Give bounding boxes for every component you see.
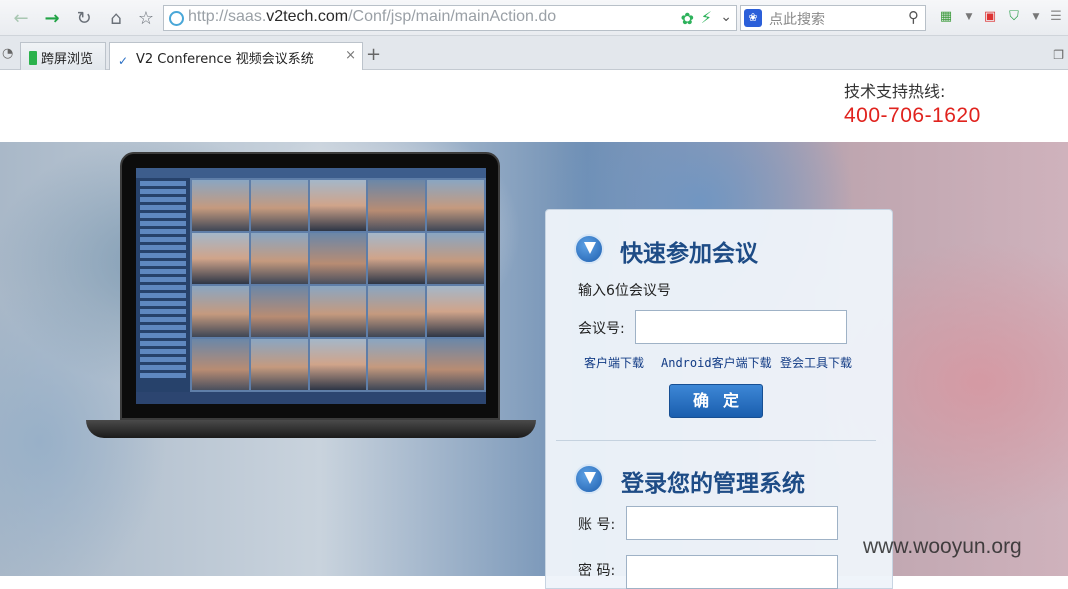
login-panel: 快速参加会议 输入6位会议号 会议号: 客户端下载 Android客户端下载 登… [545,209,893,589]
confirm-button[interactable]: 确定 [669,384,763,418]
phone-icon [29,51,37,65]
laptop-image [120,152,500,420]
tab-list-icon[interactable]: ❐ [1053,48,1064,62]
refresh-icon[interactable]: ↻ [71,5,97,31]
forward-icon[interactable]: → [39,5,65,31]
search-box[interactable]: ❀ 点此搜索 ⚲ [740,5,926,31]
url-text: http://saas.v2tech.com/Conf/jsp/main/mai… [188,8,557,25]
quick-join-title: 快速参加会议 [620,241,758,267]
account-label: 账 号: [578,517,616,533]
arrow-down-icon [574,234,604,264]
close-icon[interactable]: × [345,48,356,63]
bookmark-icon[interactable]: ▣ [982,9,998,25]
tab-v2-conference[interactable]: ✓ V2 Conference 视频会议系统 × [109,42,363,71]
globe-icon [169,11,184,26]
search-icon[interactable]: ⚲ [908,8,919,26]
star-icon[interactable]: ☆ [133,5,159,31]
divider [556,440,876,441]
android-download-link[interactable]: Android客户端下载 [661,354,772,371]
meeting-tool-download-link[interactable]: 登会工具下载 [780,354,852,371]
chevron-down-icon[interactable]: ⌄ [720,9,732,25]
laptop-base [86,420,536,438]
chevron-down-icon[interactable]: ▼ [1028,9,1044,25]
arrow-down-icon [574,464,604,494]
meeting-number-input[interactable] [635,310,847,344]
tab-label: V2 Conference 视频会议系统 [136,52,314,67]
new-tab-button[interactable]: + [366,44,381,65]
client-download-link[interactable]: 客户端下载 [584,354,644,371]
password-label: 密 码: [578,563,616,579]
compat-icon[interactable]: ✿ [681,9,694,28]
hotline-number: 400-706-1620 [844,104,981,127]
account-input[interactable] [626,506,838,540]
apps-icon[interactable]: ▦ [938,9,954,25]
admin-login-title: 登录您的管理系统 [621,471,805,497]
tab-bar: ◔ 跨屏浏览 ✓ V2 Conference 视频会议系统 × + ❐ [0,36,1068,71]
tab-cross-screen[interactable]: 跨屏浏览 [20,42,106,70]
baidu-paw-icon[interactable]: ❀ [744,9,762,27]
laptop-screen [136,168,486,404]
meeting-number-label: 会议号: [578,321,625,337]
address-bar[interactable]: http://saas.v2tech.com/Conf/jsp/main/mai… [163,5,737,31]
tab-label: 跨屏浏览 [41,52,94,67]
home-icon[interactable]: ⌂ [103,5,129,31]
password-input[interactable] [626,555,838,589]
back-icon[interactable]: ← [8,5,34,31]
search-input[interactable]: 点此搜索 [769,9,825,29]
tab-back-icon[interactable]: ◔ [2,46,13,61]
lightning-icon[interactable]: ⚡ [701,8,712,27]
meeting-hint: 输入6位会议号 [578,283,671,299]
watermark: www.wooyun.org [863,535,1022,558]
shield-icon[interactable]: ⛉ [1006,9,1022,25]
v2-logo-icon: ✓ [118,54,129,68]
browser-toolbar: ← → ↻ ⌂ ☆ http://saas.v2tech.com/Conf/js… [0,0,1068,36]
chevron-down-icon[interactable]: ▼ [961,9,977,25]
menu-icon[interactable]: ☰ [1048,9,1064,25]
hotline-label: 技术支持热线: [844,82,946,101]
